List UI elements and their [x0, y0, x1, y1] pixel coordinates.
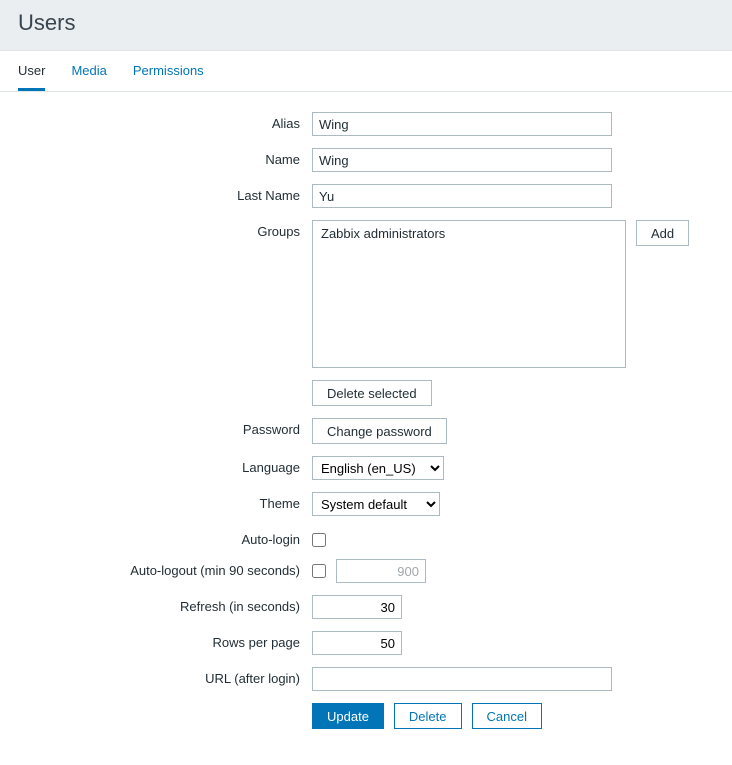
label-password: Password	[20, 418, 312, 437]
label-surname: Last Name	[20, 184, 312, 203]
tab-media[interactable]: Media	[71, 51, 106, 91]
surname-input[interactable]	[312, 184, 612, 208]
form-panel: User Media Permissions Alias Name Last N…	[0, 50, 732, 765]
name-input[interactable]	[312, 148, 612, 172]
refresh-input[interactable]	[312, 595, 402, 619]
user-form: Alias Name Last Name Groups Zabbix admin…	[0, 92, 732, 765]
autologin-checkbox[interactable]	[312, 533, 326, 547]
autologout-input	[336, 559, 426, 583]
cancel-button[interactable]: Cancel	[472, 703, 542, 729]
label-autologin: Auto-login	[20, 528, 312, 547]
add-group-button[interactable]: Add	[636, 220, 689, 246]
url-input[interactable]	[312, 667, 612, 691]
label-name: Name	[20, 148, 312, 167]
theme-select[interactable]: System default	[312, 492, 440, 516]
group-option[interactable]: Zabbix administrators	[313, 225, 625, 242]
label-groups: Groups	[20, 220, 312, 239]
tab-user[interactable]: User	[18, 51, 45, 91]
label-url: URL (after login)	[20, 667, 312, 686]
update-button[interactable]: Update	[312, 703, 384, 729]
label-autologout: Auto-logout (min 90 seconds)	[20, 559, 312, 578]
delete-button[interactable]: Delete	[394, 703, 462, 729]
tab-permissions[interactable]: Permissions	[133, 51, 204, 91]
autologout-checkbox[interactable]	[312, 564, 326, 578]
groups-select[interactable]: Zabbix administrators	[312, 220, 626, 368]
alias-input[interactable]	[312, 112, 612, 136]
label-theme: Theme	[20, 492, 312, 511]
language-select[interactable]: English (en_US)	[312, 456, 444, 480]
tabs: User Media Permissions	[0, 51, 732, 92]
label-alias: Alias	[20, 112, 312, 131]
page-title: Users	[18, 10, 714, 36]
change-password-button[interactable]: Change password	[312, 418, 447, 444]
rows-input[interactable]	[312, 631, 402, 655]
label-refresh: Refresh (in seconds)	[20, 595, 312, 614]
label-language: Language	[20, 456, 312, 475]
delete-selected-button[interactable]: Delete selected	[312, 380, 432, 406]
label-rows: Rows per page	[20, 631, 312, 650]
